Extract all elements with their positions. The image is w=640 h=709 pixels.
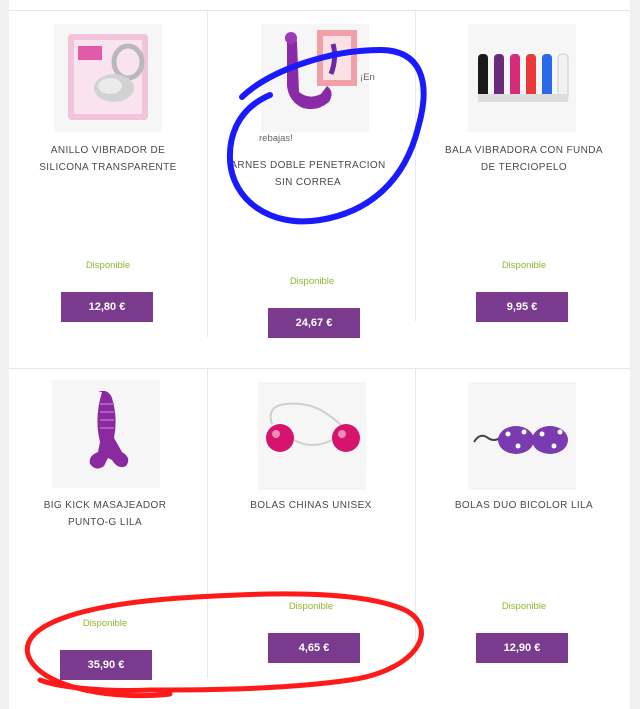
product-title[interactable]: BOLAS DUO BICOLOR LILA [429, 497, 619, 514]
availability-label: Disponible [501, 601, 547, 612]
product-title[interactable]: ARNES DOBLE PENETRACION SIN CORREA [213, 157, 403, 191]
product-card[interactable]: BALA VIBRADORA CON FUNDA DE TERCIOPELO D… [416, 11, 630, 341]
availability-label: Disponible [82, 618, 128, 629]
product-title-line: ANILLO VIBRADOR DE [50, 145, 166, 156]
ring-vibrator-package-icon[interactable] [54, 24, 162, 132]
price-button[interactable]: 35,90 € [60, 650, 152, 680]
availability-label: Disponible [288, 601, 334, 612]
g-spot-massager-icon[interactable] [52, 380, 160, 488]
sale-label: ¡En [360, 72, 375, 83]
product-title[interactable]: BIG KICK MASAJEADOR PUNTO-G LILA [10, 497, 200, 531]
product-card[interactable]: BOLAS DUO BICOLOR LILA Disponible 12,90 … [416, 369, 630, 699]
duo-balls-icon[interactable] [468, 382, 576, 490]
product-title-line: SILICONA TRANSPARENTE [39, 162, 177, 173]
product-title-line: BIG KICK MASAJEADOR [43, 500, 167, 511]
product-title[interactable]: ANILLO VIBRADOR DE SILICONA TRANSPARENTE [13, 142, 203, 176]
price-button[interactable]: 24,67 € [268, 308, 360, 338]
page-gutter-left [0, 0, 9, 709]
product-title-line: SIN CORREA [274, 177, 342, 188]
product-card[interactable]: BIG KICK MASAJEADOR PUNTO-G LILA Disponi… [10, 369, 207, 699]
availability-label: Disponible [85, 260, 131, 271]
product-title-line: ARNES DOBLE PENETRACION [230, 160, 386, 171]
product-title[interactable]: BOLAS CHINAS UNISEX [216, 497, 406, 514]
page-gutter-right [630, 0, 640, 709]
chinese-balls-icon[interactable] [258, 382, 366, 490]
product-title[interactable]: BALA VIBRADORA CON FUNDA DE TERCIOPELO [429, 142, 619, 176]
availability-label: Disponible [501, 260, 547, 271]
sale-label: rebajas! [259, 133, 293, 144]
product-card[interactable]: ¡En rebajas! ARNES DOBLE PENETRACION SIN… [208, 11, 415, 341]
product-card[interactable]: ANILLO VIBRADOR DE SILICONA TRANSPARENTE… [10, 11, 207, 341]
price-button[interactable]: 9,95 € [476, 292, 568, 322]
price-button[interactable]: 12,90 € [476, 633, 568, 663]
product-title-line: BALA VIBRADORA CON FUNDA [445, 145, 603, 156]
product-title-line: BOLAS CHINAS UNISEX [250, 500, 372, 511]
product-card[interactable]: BOLAS CHINAS UNISEX Disponible 4,65 € [208, 369, 415, 699]
product-title-line: DE TERCIOPELO [480, 162, 568, 173]
price-button[interactable]: 12,80 € [61, 292, 153, 322]
bullet-vibrators-icon[interactable] [468, 24, 576, 132]
availability-label: Disponible [289, 276, 335, 287]
strapless-harness-icon[interactable] [261, 24, 369, 132]
product-title-line: BOLAS DUO BICOLOR LILA [454, 500, 594, 511]
product-title-line: PUNTO-G LILA [67, 517, 143, 528]
price-button[interactable]: 4,65 € [268, 633, 360, 663]
